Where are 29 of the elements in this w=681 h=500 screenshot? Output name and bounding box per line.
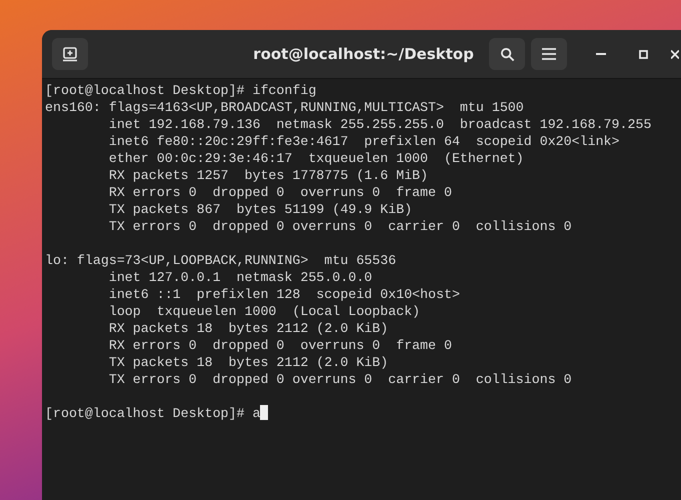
- output-line: inet 127.0.0.1 netmask 255.0.0.0: [108, 269, 374, 286]
- menu-button[interactable]: [531, 38, 567, 70]
- output-line: inet6 ::1 prefixlen 128 scopeid 0x10<host>: [108, 286, 461, 303]
- output-line: TX packets 18 bytes 2112 (2.0 KiB): [108, 354, 390, 371]
- new-tab-button[interactable]: [52, 38, 88, 70]
- output-line: lo: flags=73<UP,LOOPBACK,RUNNING> mtu 65536: [45, 252, 398, 269]
- output-line: TX errors 0 dropped 0 overruns 0 carrier 0 collisions 0: [108, 371, 573, 388]
- search-button[interactable]: [489, 38, 525, 70]
- menu-icon: [542, 48, 556, 60]
- output-line: TX packets 867 bytes 51199 (49.9 KiB): [108, 201, 414, 218]
- maximize-icon: [638, 50, 648, 58]
- window-title: root@localhost:~/Desktop: [252, 45, 475, 63]
- output-line: RX errors 0 dropped 0 overruns 0 frame 0: [108, 184, 453, 201]
- text-cursor: [260, 405, 268, 420]
- output-line: TX errors 0 dropped 0 overruns 0 carrier 0 collisions 0: [108, 218, 573, 235]
- new-tab-icon: [62, 46, 78, 62]
- output-line: inet6 fe80::20c:29ff:fe3e:4617 prefixlen 64 scopeid 0x20<link>: [108, 133, 621, 150]
- output-line: loop txqueuelen 1000 (Local Loopback): [108, 303, 422, 320]
- close-icon: [671, 50, 679, 58]
- minimize-icon: [596, 53, 606, 55]
- search-icon: [500, 46, 514, 62]
- command-line: [root@localhost Desktop]# ifconfig: [45, 82, 318, 99]
- command-line: [root@localhost Desktop]# a: [45, 405, 260, 422]
- output-line: RX errors 0 dropped 0 overruns 0 frame 0: [108, 337, 453, 354]
- output-line: RX packets 1257 bytes 1778775 (1.6 MiB): [108, 167, 430, 184]
- output-line: RX packets 18 bytes 2112 (2.0 KiB): [108, 320, 390, 337]
- output-line: inet 192.168.79.136 netmask 255.255.255.0 broadcast 192.168.79.255: [108, 116, 652, 133]
- output-line: ens160: flags=4163<UP,BROADCAST,RUNNING,MULTICAST> mtu 1500: [45, 99, 525, 116]
- output-line: ether 00:0c:29:3e:46:17 txqueuelen 1000 (Ethernet): [108, 150, 525, 167]
